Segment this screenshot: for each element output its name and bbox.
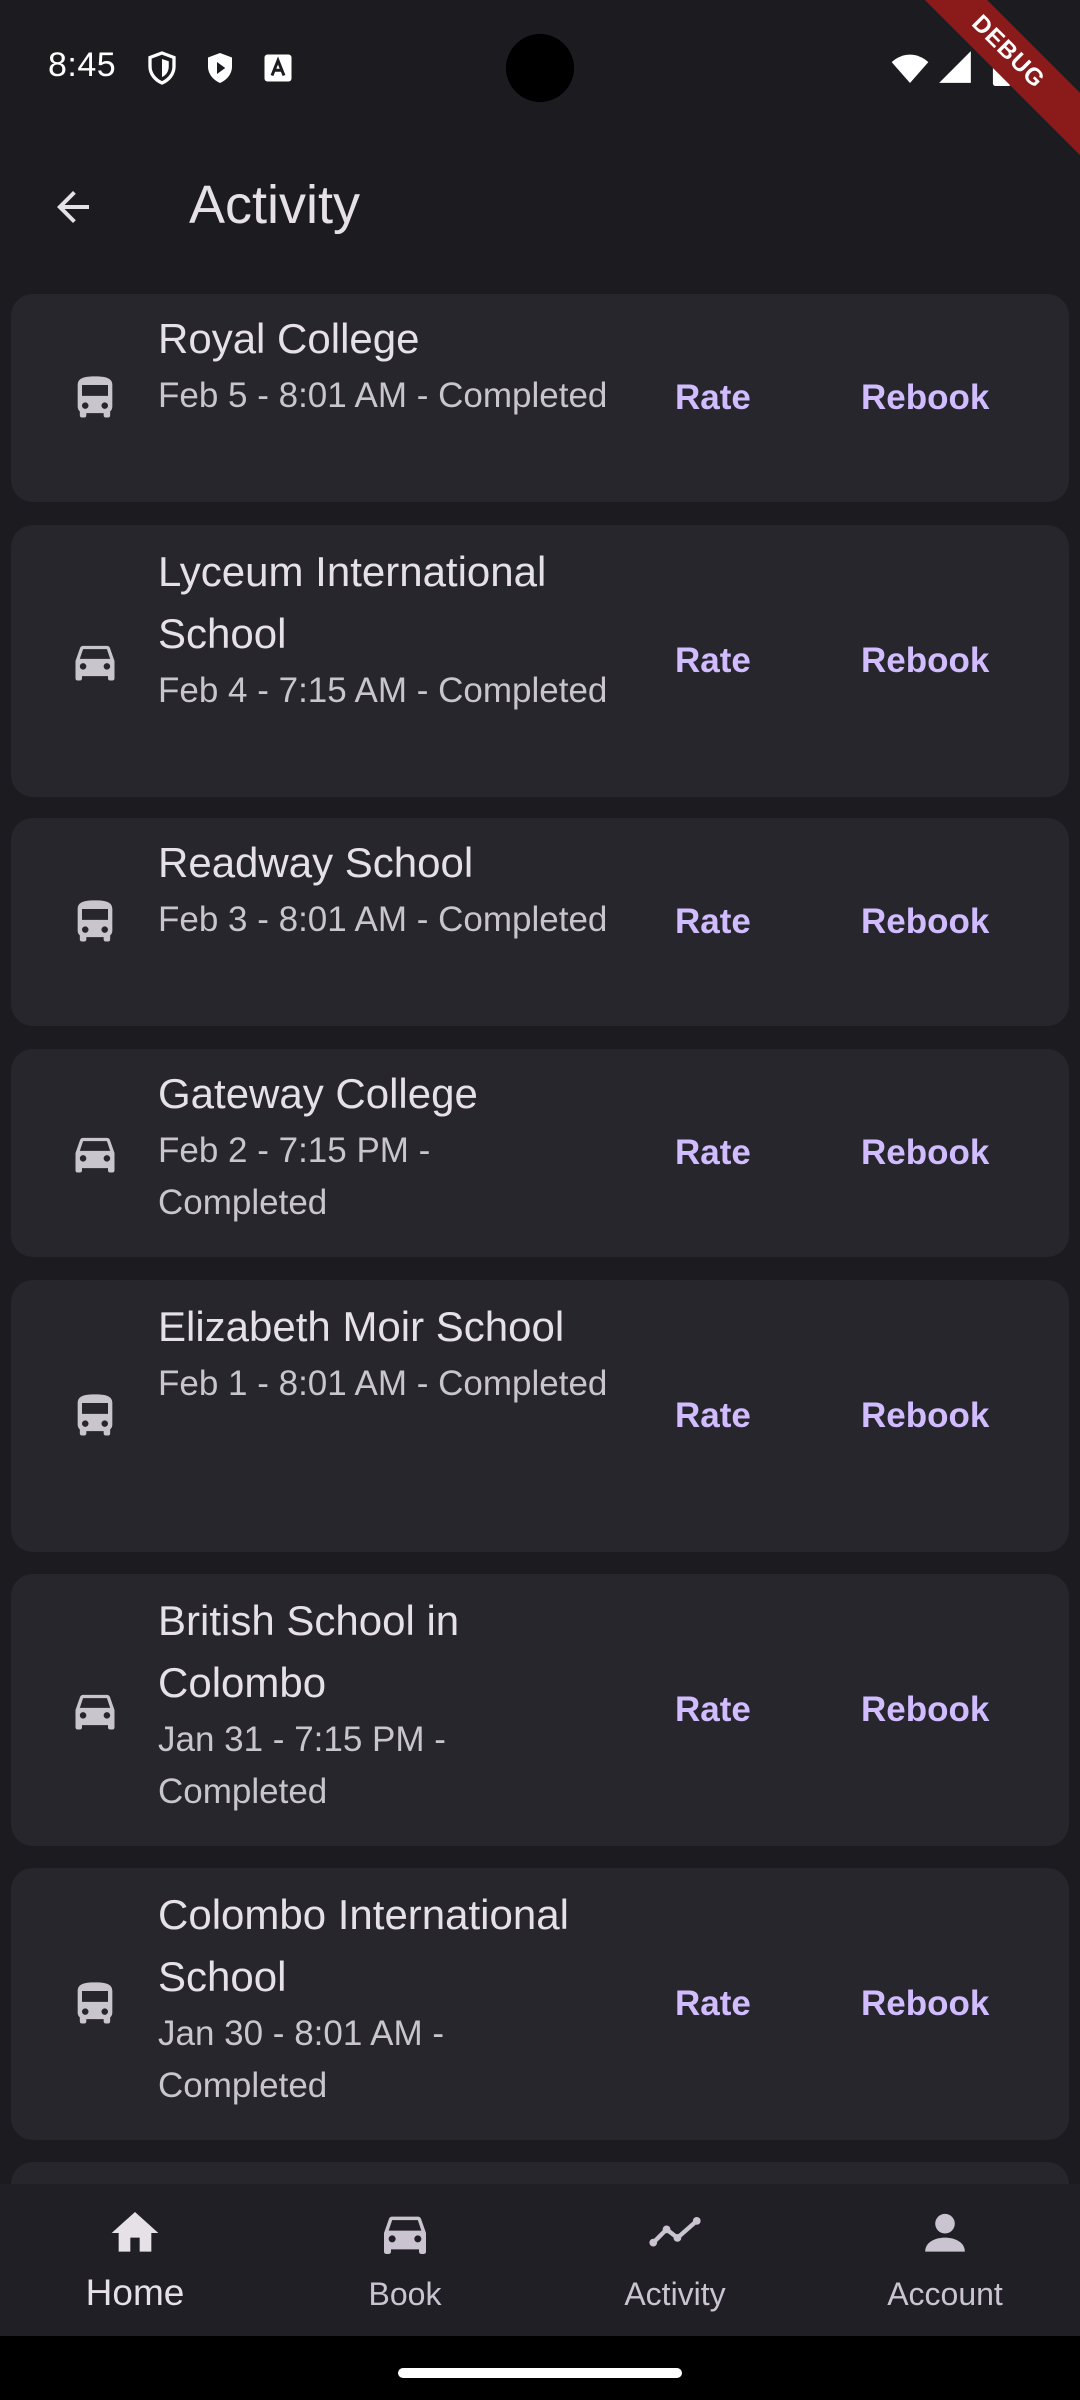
car-icon: [63, 1678, 127, 1742]
nav-label-activity: Activity: [624, 2276, 726, 2312]
activity-subtitle: Feb 1 - 8:01 AM - Completed: [158, 1364, 608, 1403]
activity-info: British School in Colombo Jan 31 - 7:15 …: [158, 1590, 608, 1818]
status-time: 8:45: [48, 46, 117, 84]
activity-info: Readway School Feb 3 - 8:01 AM - Complet…: [158, 832, 608, 946]
activity-card[interactable]: Readway School Feb 3 - 8:01 AM - Complet…: [11, 818, 1069, 1026]
activity-icon: [646, 2204, 704, 2262]
rate-button[interactable]: Rate: [655, 1676, 771, 1744]
activity-title: Lyceum International School: [158, 548, 547, 657]
activity-subtitle: Jan 31 - 7:15 PM - Completed: [158, 1720, 446, 1811]
activity-title: Royal College: [158, 315, 420, 362]
nav-label-account: Account: [887, 2276, 1003, 2312]
nav-label-book: Book: [368, 2276, 442, 2312]
app-bar: Activity: [0, 136, 1080, 280]
activity-title: Elizabeth Moir School: [158, 1303, 565, 1350]
bottom-navigation: Home Book Activity Account: [0, 2184, 1080, 2336]
bus-icon: [63, 1972, 127, 2036]
home-indicator[interactable]: [398, 2368, 682, 2378]
rebook-button[interactable]: Rebook: [841, 888, 1009, 956]
shield-icon: [144, 50, 180, 86]
activity-card-partial[interactable]: [11, 2162, 1069, 2184]
activity-title: Gateway College: [158, 1070, 478, 1117]
activity-subtitle: Feb 5 - 8:01 AM - Completed: [158, 376, 608, 415]
rate-button[interactable]: Rate: [655, 1382, 771, 1450]
nav-item-home[interactable]: Home: [0, 2184, 270, 2336]
activity-subtitle: Feb 4 - 7:15 AM - Completed: [158, 671, 608, 710]
rebook-button[interactable]: Rebook: [841, 627, 1009, 695]
rate-button[interactable]: Rate: [655, 627, 771, 695]
bus-icon: [63, 366, 127, 430]
activity-info: Gateway College Feb 2 - 7:15 PM - Comple…: [158, 1063, 608, 1229]
rate-button[interactable]: Rate: [655, 1970, 771, 2038]
car-icon: [63, 629, 127, 693]
rebook-button[interactable]: Rebook: [841, 1676, 1009, 1744]
activity-card[interactable]: Gateway College Feb 2 - 7:15 PM - Comple…: [11, 1049, 1069, 1257]
activity-title: British School in Colombo: [158, 1597, 460, 1706]
activity-card[interactable]: Elizabeth Moir School Feb 1 - 8:01 AM - …: [11, 1280, 1069, 1552]
activity-info: Elizabeth Moir School Feb 1 - 8:01 AM - …: [158, 1296, 608, 1410]
signal-icon: [936, 48, 974, 86]
account-icon: [916, 2204, 974, 2262]
activity-info: Lyceum International School Feb 4 - 7:15…: [158, 541, 608, 717]
back-button[interactable]: [40, 176, 106, 242]
car-icon: [376, 2204, 434, 2262]
activity-info: Royal College Feb 5 - 8:01 AM - Complete…: [158, 308, 608, 422]
activity-subtitle: Feb 3 - 8:01 AM - Completed: [158, 900, 608, 939]
nav-item-book[interactable]: Book: [270, 2184, 540, 2336]
rate-button[interactable]: Rate: [655, 888, 771, 956]
activity-list[interactable]: Royal College Feb 5 - 8:01 AM - Complete…: [0, 280, 1080, 2184]
activity-card[interactable]: Royal College Feb 5 - 8:01 AM - Complete…: [11, 294, 1069, 502]
font-icon: [260, 50, 296, 86]
nav-item-activity[interactable]: Activity: [540, 2184, 810, 2336]
nav-item-account[interactable]: Account: [810, 2184, 1080, 2336]
rate-button[interactable]: Rate: [655, 364, 771, 432]
rebook-button[interactable]: Rebook: [841, 1970, 1009, 2038]
arrow-back-icon: [49, 183, 97, 236]
activity-subtitle: Feb 2 - 7:15 PM - Completed: [158, 1131, 431, 1222]
activity-title: Colombo International School: [158, 1891, 569, 2000]
rebook-button[interactable]: Rebook: [841, 1382, 1009, 1450]
page-title: Activity: [189, 175, 361, 235]
rate-button[interactable]: Rate: [655, 1119, 771, 1187]
app-screen: 8:45 DEBUG Activity Royal College Feb 5 …: [0, 0, 1080, 2400]
activity-title: Readway School: [158, 839, 474, 886]
activity-info: Colombo International School Jan 30 - 8:…: [158, 1884, 608, 2112]
wifi-icon: [890, 48, 930, 88]
bus-icon: [63, 890, 127, 954]
car-icon: [63, 1121, 127, 1185]
home-icon: [106, 2204, 164, 2262]
gesture-bar: [0, 2336, 1080, 2400]
activity-card[interactable]: British School in Colombo Jan 31 - 7:15 …: [11, 1574, 1069, 1846]
rebook-button[interactable]: Rebook: [841, 1119, 1009, 1187]
activity-card[interactable]: Colombo International School Jan 30 - 8:…: [11, 1868, 1069, 2140]
rebook-button[interactable]: Rebook: [841, 364, 1009, 432]
play-protect-icon: [202, 50, 238, 86]
status-bar: 8:45 DEBUG: [0, 0, 1080, 167]
nav-label-home: Home: [85, 2272, 185, 2313]
bus-icon: [63, 1384, 127, 1448]
activity-subtitle: Jan 30 - 8:01 AM - Completed: [158, 2014, 444, 2105]
camera-cutout: [506, 34, 574, 102]
activity-card[interactable]: Lyceum International School Feb 4 - 7:15…: [11, 525, 1069, 797]
